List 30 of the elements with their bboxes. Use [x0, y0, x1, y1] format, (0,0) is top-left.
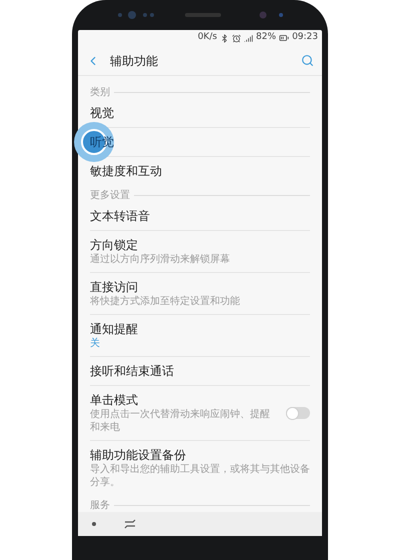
setting-label[interactable]: 视觉 [90, 105, 310, 121]
section-header: 类别 [90, 86, 110, 99]
recent-apps-icon[interactable] [124, 519, 136, 529]
setting-description: 通过以方向序列滑动来解锁屏幕 [90, 253, 231, 266]
setting-label[interactable]: 通知提醒 [90, 321, 310, 337]
setting-description: 使用点击一次代替滑动来响应闹钟、提醒和来电 [90, 408, 271, 434]
section-header: 更多设置 [90, 189, 130, 202]
alarm-icon [232, 34, 242, 42]
setting-label[interactable]: 接听和结束通话 [90, 363, 310, 379]
search-icon [301, 54, 314, 67]
setting-label[interactable]: 文本转语音 [90, 208, 310, 224]
section-header: 服务 [90, 499, 110, 512]
network-speed: 0K/s [198, 31, 218, 44]
setting-description: 导入和导出您的辅助工具设置，或将其与其他设备分享。 [90, 463, 310, 489]
setting-label[interactable]: 直接访问 [90, 279, 310, 295]
bluetooth-icon [220, 34, 230, 42]
setting-label[interactable]: 辅助功能设置备份 [90, 447, 310, 463]
setting-value: 关 [90, 337, 101, 350]
dot-icon[interactable] [92, 522, 96, 526]
signal-icon [244, 34, 254, 42]
search-button[interactable] [301, 54, 314, 67]
setting-label[interactable]: 敏捷度和互动 [90, 163, 310, 179]
page-title: 辅助功能 [110, 52, 159, 70]
clock: 09:23 [292, 31, 318, 44]
toggle-switch[interactable] [286, 407, 310, 419]
setting-label[interactable]: 单击模式 [90, 392, 278, 408]
battery-percent: 82% [256, 31, 276, 44]
setting-label[interactable]: 方向锁定 [90, 237, 310, 253]
setting-description: 将快捷方式添加至特定设置和功能 [90, 295, 241, 308]
battery-icon [279, 33, 290, 43]
